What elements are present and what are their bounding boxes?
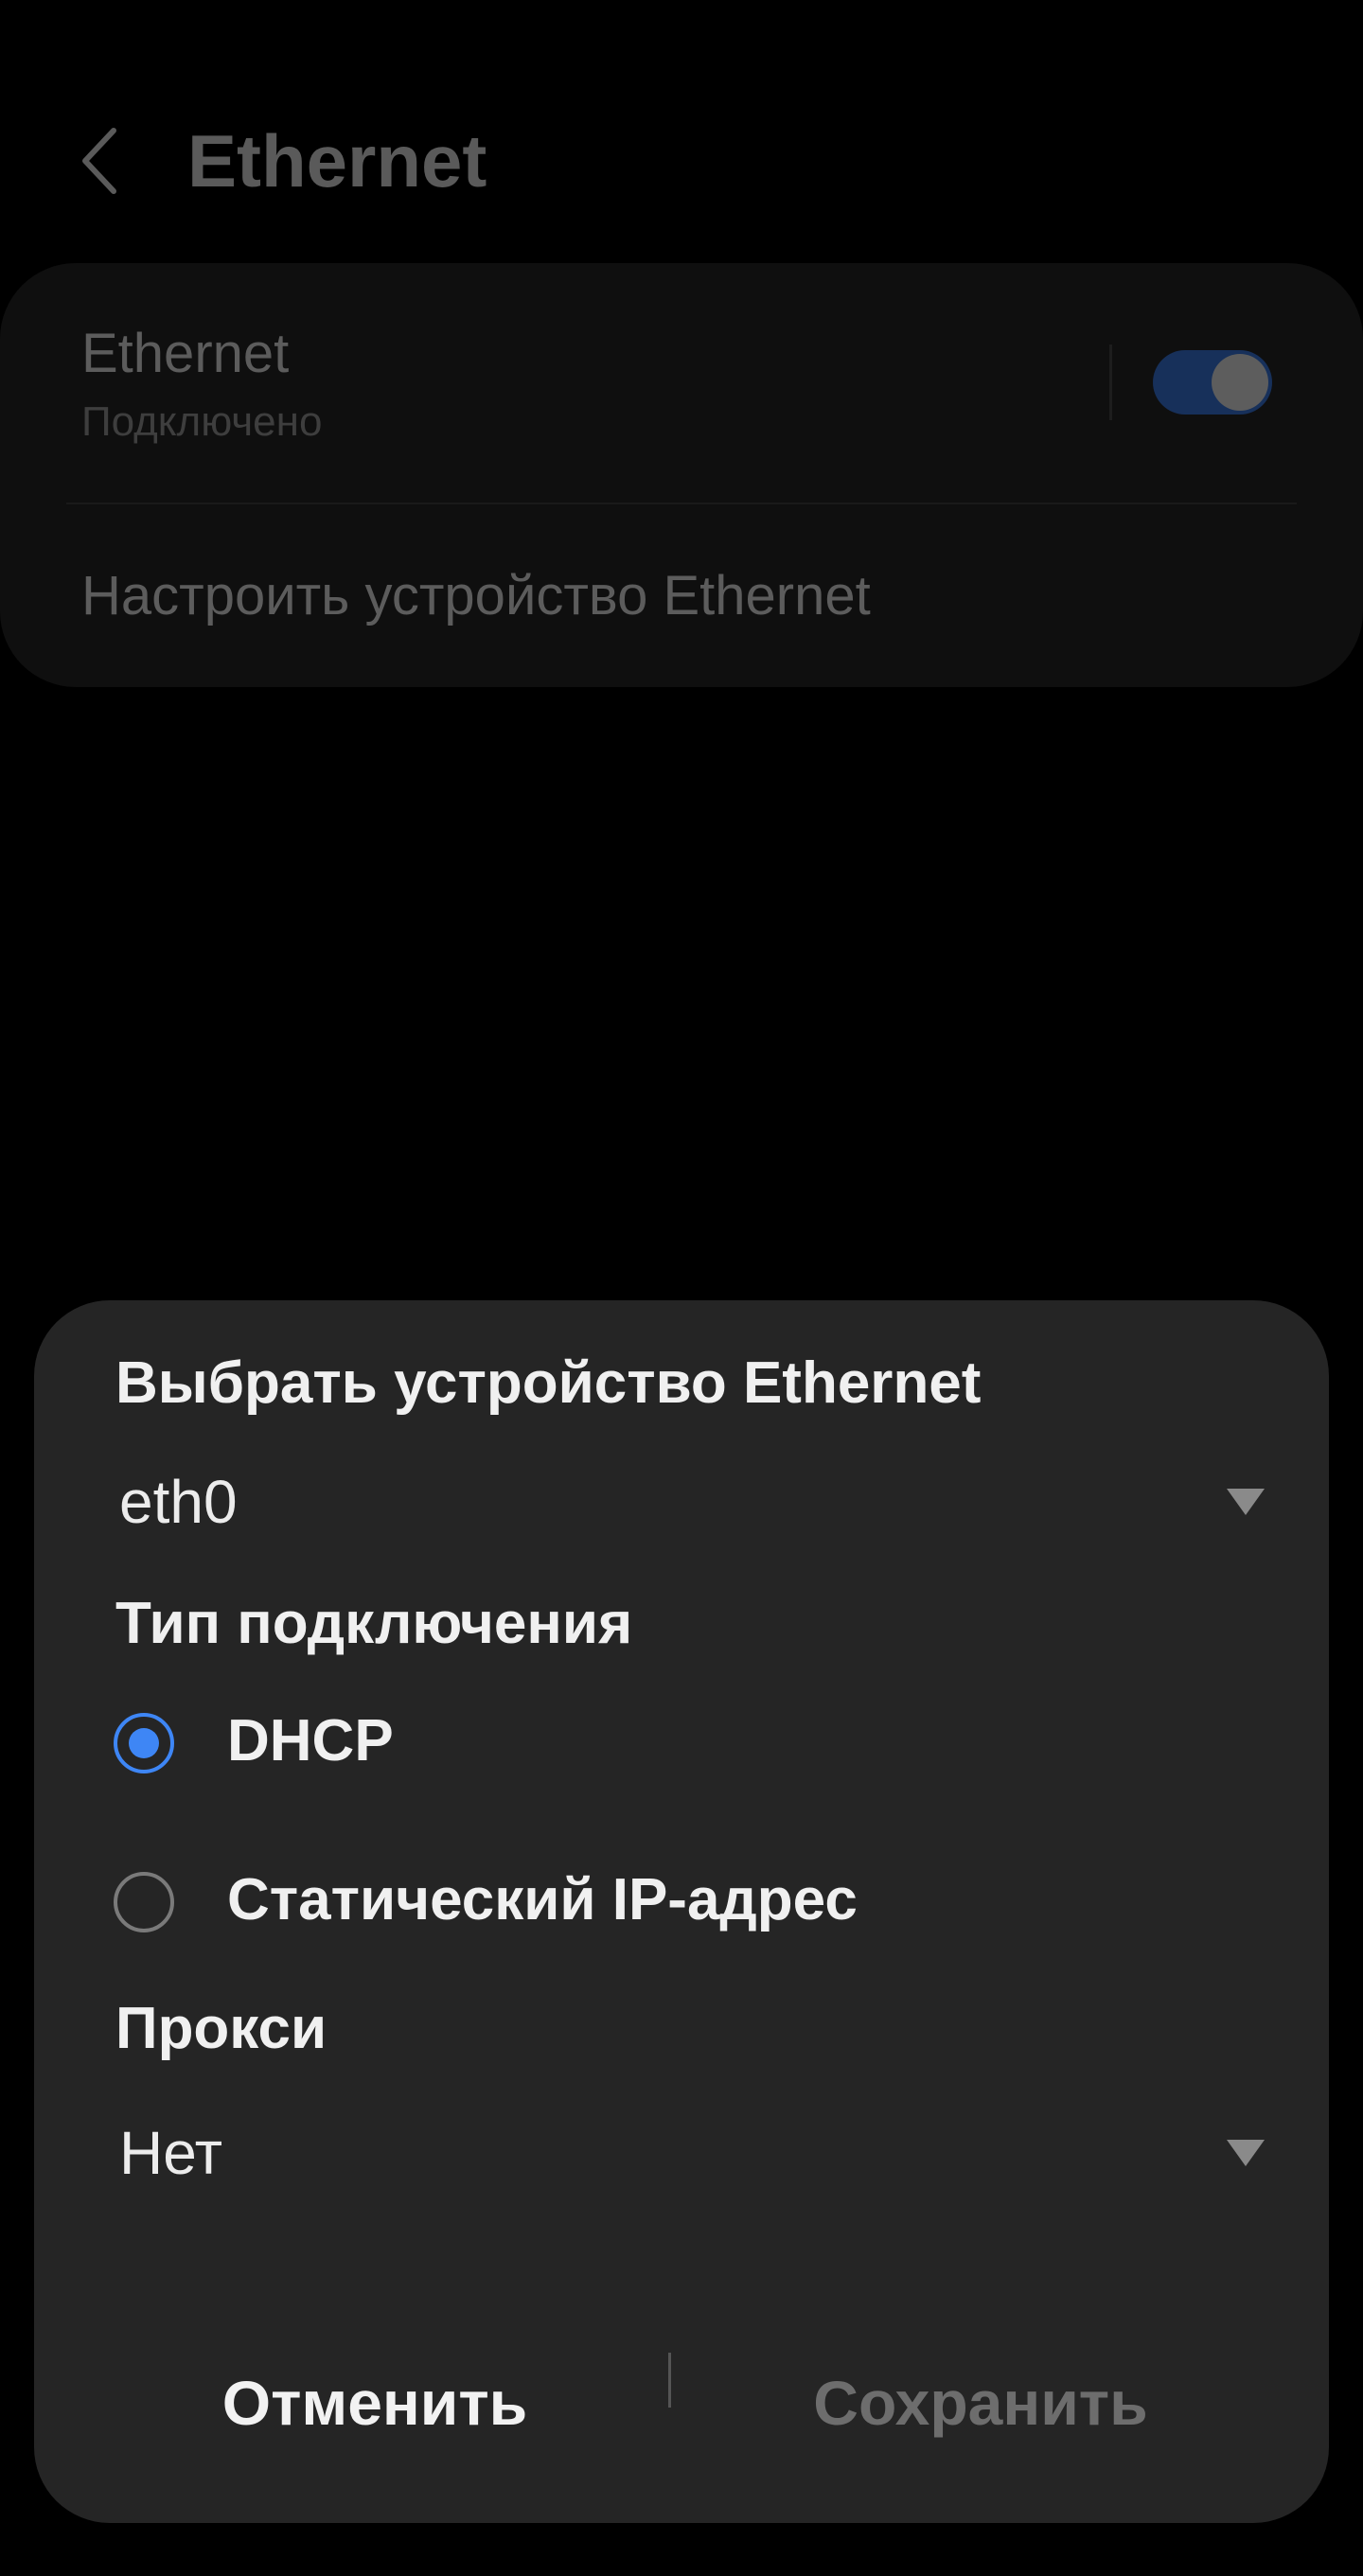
ethernet-row-status: Подключено bbox=[81, 398, 323, 445]
page-title: Ethernet bbox=[187, 119, 487, 203]
radio-label-static-ip: Статический IP-адрес bbox=[227, 1867, 858, 1932]
toggle-knob bbox=[1212, 354, 1268, 411]
radio-option-dhcp[interactable]: DHCP bbox=[114, 1696, 1249, 1800]
proxy-dropdown[interactable]: Нет bbox=[100, 2101, 1265, 2205]
connection-type-label: Тип подключения bbox=[115, 1591, 633, 1656]
device-dropdown-value: eth0 bbox=[119, 1468, 238, 1536]
save-button[interactable]: Сохранить bbox=[697, 2341, 1265, 2464]
cancel-button[interactable]: Отменить bbox=[110, 2341, 640, 2464]
device-select-label: Выбрать устройство Ethernet bbox=[115, 1350, 982, 1416]
chevron-left-icon[interactable] bbox=[74, 123, 131, 199]
list-divider bbox=[66, 503, 1297, 504]
proxy-dropdown-value: Нет bbox=[119, 2119, 222, 2187]
radio-selected-icon[interactable] bbox=[114, 1713, 174, 1773]
dropdown-arrow-icon bbox=[1227, 1489, 1265, 1515]
configure-ethernet-device-item[interactable]: Настроить устройство Ethernet bbox=[81, 564, 871, 627]
ethernet-toggle-switch[interactable] bbox=[1153, 350, 1272, 415]
ethernet-settings-card: Ethernet Подключено Настроить устройство… bbox=[0, 263, 1363, 687]
radio-unselected-icon[interactable] bbox=[114, 1872, 174, 1932]
device-dropdown[interactable]: eth0 bbox=[100, 1450, 1265, 1554]
button-divider bbox=[668, 2353, 671, 2408]
dropdown-arrow-icon bbox=[1227, 2140, 1265, 2166]
top-app-bar: Ethernet bbox=[0, 0, 1363, 246]
ethernet-row-title: Ethernet bbox=[81, 323, 290, 384]
row-divider bbox=[1109, 344, 1112, 420]
ethernet-config-dialog: Выбрать устройство Ethernet eth0 Тип под… bbox=[34, 1300, 1329, 2523]
radio-option-static-ip[interactable]: Статический IP-адрес bbox=[114, 1855, 1249, 1959]
proxy-label: Прокси bbox=[115, 1996, 327, 2061]
radio-label-dhcp: DHCP bbox=[227, 1708, 394, 1773]
